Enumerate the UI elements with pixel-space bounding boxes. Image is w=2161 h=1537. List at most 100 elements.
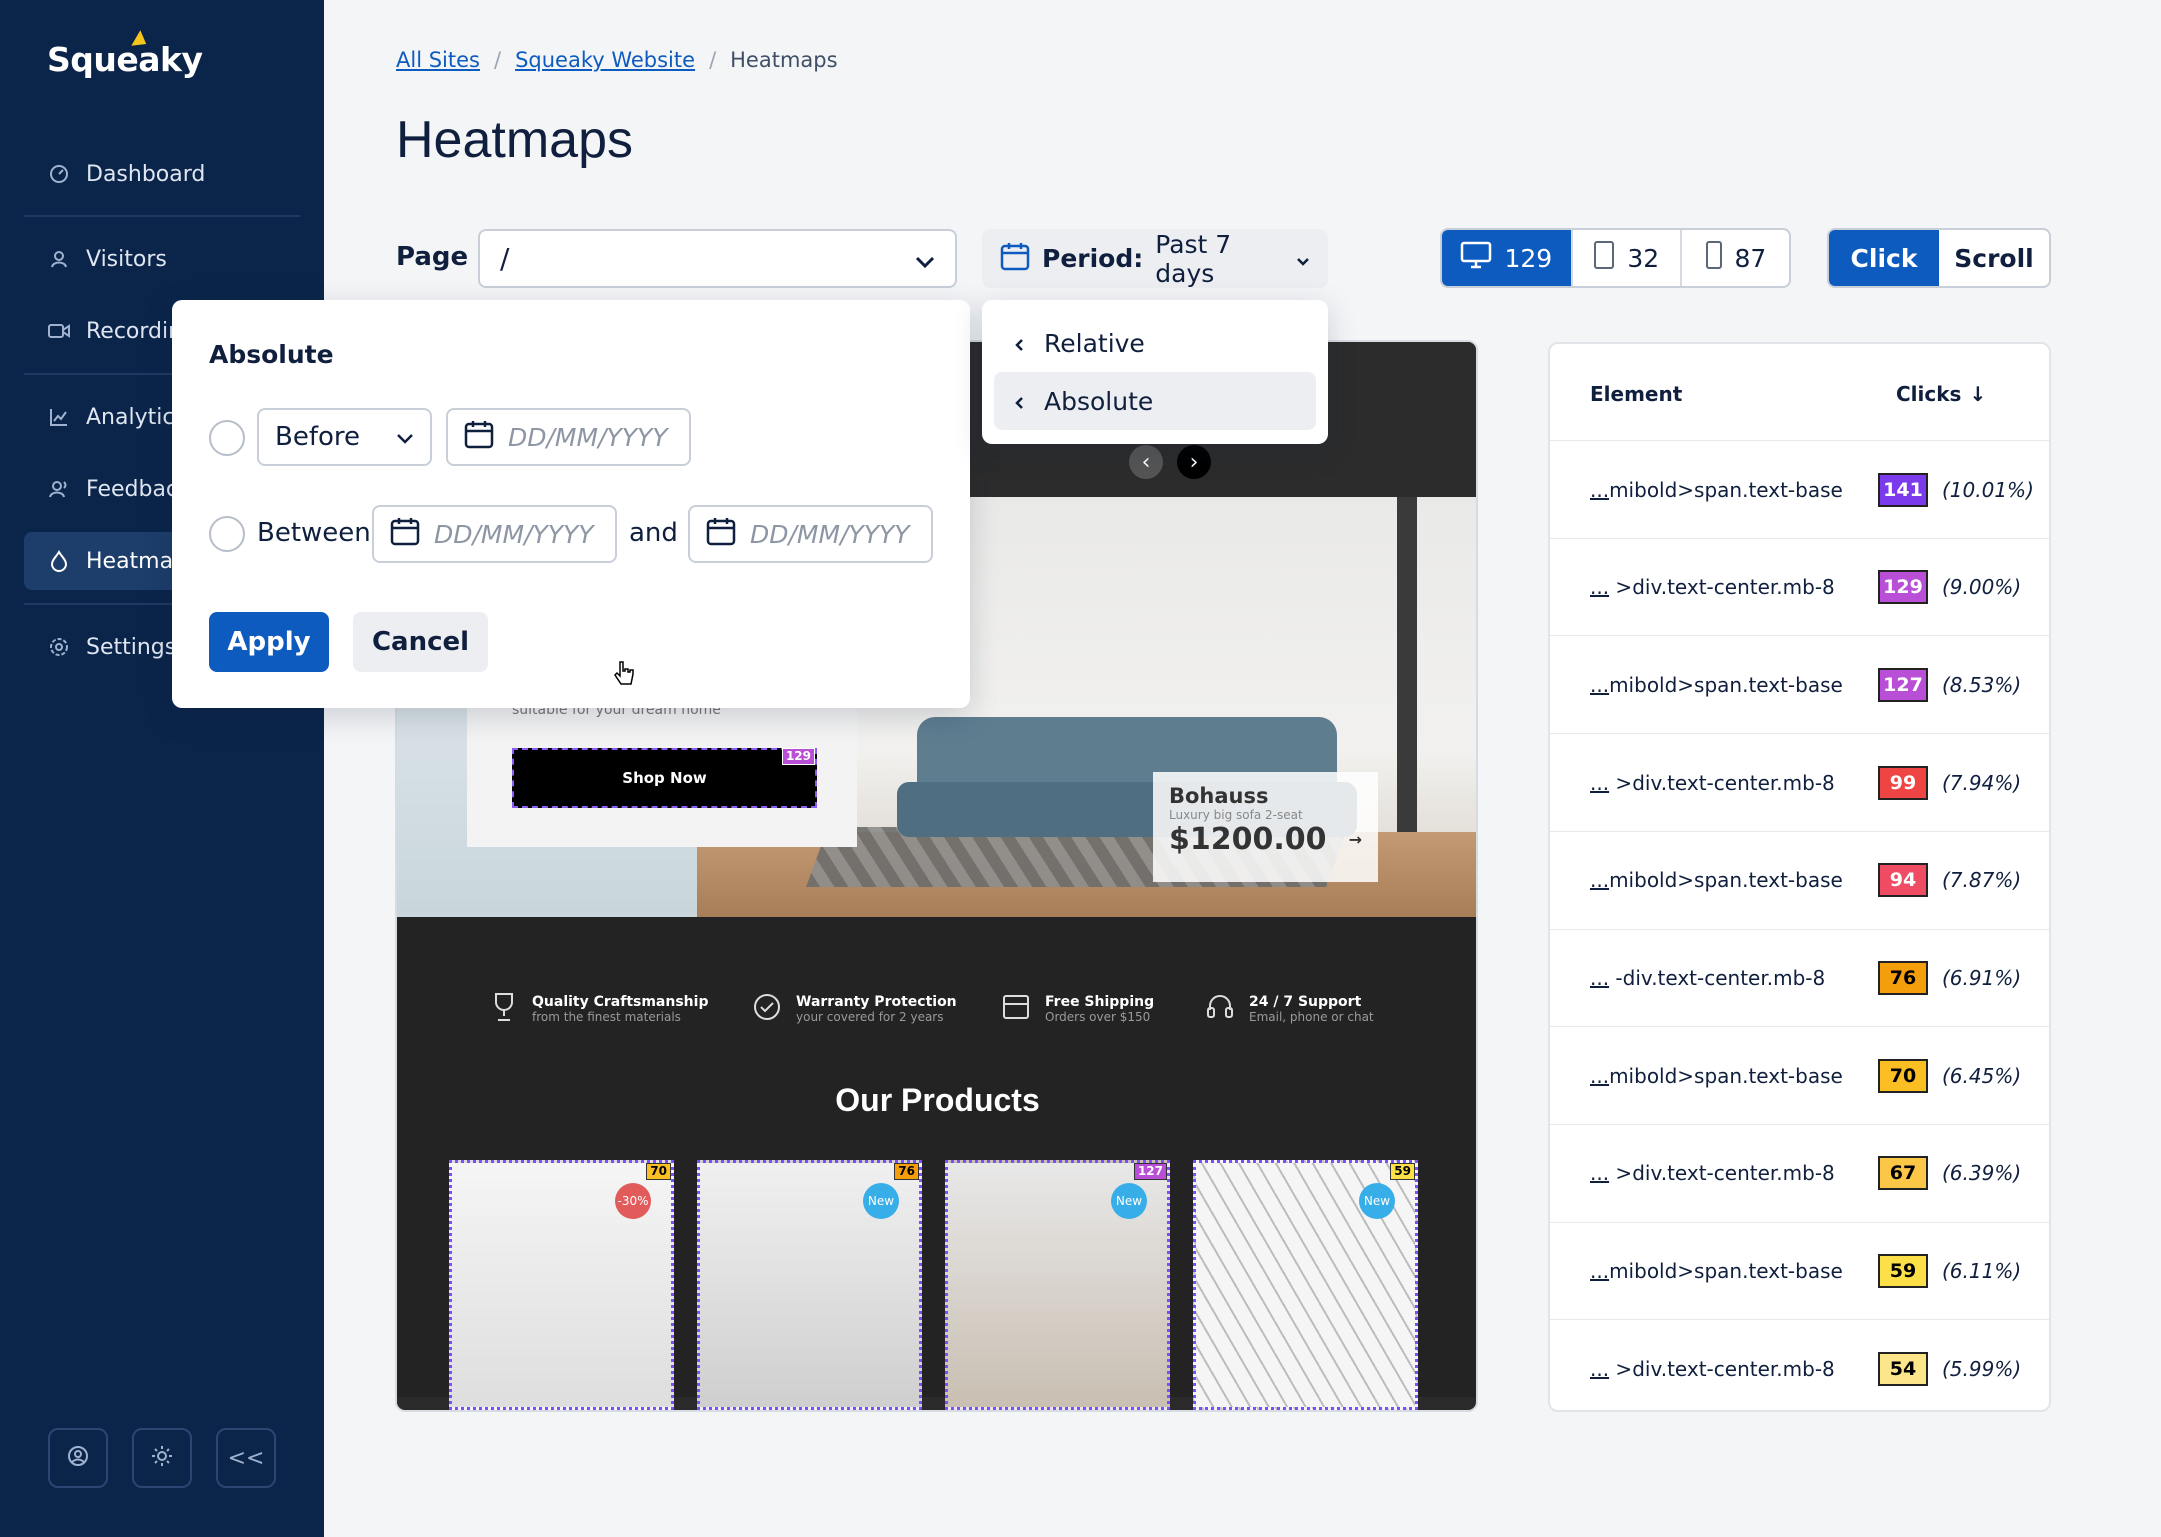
shop-now-button[interactable]: Shop Now 129: [512, 748, 817, 808]
table-row[interactable]: ... >div.text-center.mb-8 129 (9.00%): [1550, 537, 2049, 636]
feature-sub: Orders over $150: [1045, 1010, 1151, 1024]
product-price: $1200.00: [1169, 822, 1327, 857]
settings-icon: [48, 636, 70, 658]
product-card[interactable]: Bohauss Luxury big sofa 2-seat $1200.00 …: [1153, 772, 1378, 882]
column-header-clicks[interactable]: Clicks ↓: [1896, 382, 1986, 406]
element-prefix: ...: [1590, 1356, 1610, 1381]
heatmap-mode-toggle: Click Scroll: [1827, 228, 2051, 288]
element-name: >div.text-center.mb-8: [1609, 575, 1835, 600]
table-row[interactable]: ...mibold>span.text-base 127 (8.53%): [1550, 635, 2049, 733]
chevron-down-icon: [915, 242, 935, 275]
feature-sub: from the finest materials: [532, 1010, 681, 1024]
element-name: >div.text-center.mb-8: [1609, 770, 1835, 795]
table-row[interactable]: ...mibold>span.text-base 59 (6.11%): [1550, 1221, 2049, 1320]
logo[interactable]: Squeaky: [47, 40, 203, 79]
cancel-button[interactable]: Cancel: [353, 612, 488, 672]
sidebar-item-visitors[interactable]: Visitors: [24, 230, 300, 288]
click-percentage: (6.11%): [1942, 1259, 2022, 1284]
feature-sub: Email, phone or chat: [1249, 1010, 1374, 1024]
sidebar-item-label: Analytics: [86, 404, 186, 430]
period-absolute-item[interactable]: Absolute: [994, 372, 1316, 430]
date-placeholder: DD/MM/YYYY: [434, 519, 594, 549]
feature-title: Warranty Protection: [796, 994, 957, 1010]
slider-nav: ‹ ›: [1129, 445, 1229, 485]
click-percentage: (8.53%): [1942, 672, 2022, 697]
table-row[interactable]: ...mibold>span.text-base 94 (7.87%): [1550, 830, 2049, 929]
account-button[interactable]: [48, 1428, 108, 1488]
before-date-input[interactable]: DD/MM/YYYY: [446, 408, 691, 466]
chevron-left-icon: [1014, 329, 1024, 358]
element-prefix: ...: [1590, 477, 1610, 502]
element-name: >div.text-center.mb-8: [1609, 1356, 1835, 1381]
arrow-right-icon[interactable]: →: [1349, 830, 1362, 849]
click-count-badge: 70: [1878, 1058, 1928, 1093]
feature-item: Quality Craftsmanship from the finest mat…: [490, 992, 708, 1026]
product-tile[interactable]: New 59: [1193, 1160, 1418, 1410]
element-name: mibold>span.text-base: [1609, 1259, 1843, 1284]
product-name: Bohauss: [1169, 784, 1269, 808]
page-label: Page: [396, 242, 469, 272]
table-row[interactable]: ... >div.text-center.mb-8 67 (6.39%): [1550, 1123, 2049, 1222]
sidebar-item-dashboard[interactable]: Dashboard: [24, 145, 300, 203]
feature-item: 24 / 7 Support Email, phone or chat: [1205, 992, 1374, 1026]
apply-button[interactable]: Apply: [209, 612, 329, 672]
feature-item: Free Shipping Orders over $150: [1001, 992, 1154, 1026]
between-radio[interactable]: [209, 516, 245, 552]
element-name: >div.text-center.mb-8: [1609, 1161, 1835, 1186]
nav-divider: [24, 215, 300, 217]
element-selector: ... >div.text-center.mb-8: [1590, 1357, 1835, 1381]
mode-scroll-button[interactable]: Scroll: [1939, 230, 2049, 286]
panel-title: Absolute: [209, 340, 334, 369]
mobile-icon: [1705, 240, 1723, 276]
sidebar-item-label: Dashboard: [86, 161, 206, 187]
table-row[interactable]: ... >div.text-center.mb-8 54 (5.99%): [1550, 1319, 2049, 1410]
calendar-icon: [706, 516, 736, 552]
period-relative-item[interactable]: Relative: [994, 314, 1316, 372]
elements-table: Element Clicks ↓ ...mibold>span.text-bas…: [1548, 342, 2051, 1412]
breadcrumb-separator: /: [493, 48, 502, 72]
slider-next-button[interactable]: ›: [1177, 445, 1211, 479]
device-desktop-button[interactable]: 129: [1442, 230, 1573, 286]
sort-arrow-icon: ↓: [1969, 382, 1987, 406]
breadcrumb-all-sites[interactable]: All Sites: [396, 48, 480, 72]
heatmaps-icon: [48, 550, 70, 572]
product-desc: Luxury big sofa 2-seat: [1169, 808, 1303, 822]
table-row[interactable]: ...mibold>span.text-base 70 (6.45%): [1550, 1026, 2049, 1124]
period-button[interactable]: Period: Past 7 days: [982, 229, 1328, 288]
device-count: 32: [1627, 243, 1660, 273]
feature-title: 24 / 7 Support: [1249, 994, 1362, 1010]
date-placeholder: DD/MM/YYYY: [508, 422, 668, 452]
table-row[interactable]: ...mibold>span.text-base 141 (10.01%): [1550, 440, 2049, 538]
click-badge: 127: [1133, 1163, 1167, 1180]
product-tag: New: [1359, 1183, 1395, 1219]
table-row[interactable]: ... -div.text-center.mb-8 76 (6.91%): [1550, 928, 2049, 1027]
calendar-icon: [464, 419, 494, 455]
before-select[interactable]: Before: [257, 408, 432, 466]
click-percentage: (7.94%): [1942, 770, 2022, 795]
device-tablet-button[interactable]: 32: [1573, 230, 1682, 286]
breadcrumb-site[interactable]: Squeaky Website: [515, 48, 695, 72]
product-tag: New: [863, 1183, 899, 1219]
device-mobile-button[interactable]: 87: [1682, 230, 1789, 286]
before-radio[interactable]: [209, 420, 245, 456]
product-tile[interactable]: -30% 70: [449, 1160, 674, 1410]
sidebar-item-label: Settings: [86, 634, 177, 660]
between-start-date-input[interactable]: DD/MM/YYYY: [372, 505, 617, 563]
theme-toggle-button[interactable]: [132, 1428, 192, 1488]
element-prefix: ...: [1590, 868, 1610, 893]
click-percentage: (5.99%): [1942, 1356, 2022, 1381]
device-filter: 129 32 87: [1440, 228, 1791, 288]
product-tile[interactable]: New 76: [697, 1160, 922, 1410]
mode-click-button[interactable]: Click: [1829, 230, 1939, 286]
element-selector: ...mibold>span.text-base: [1590, 1259, 1843, 1283]
device-count: 129: [1504, 243, 1553, 273]
click-count-badge: 127: [1878, 667, 1928, 702]
element-selector: ... -div.text-center.mb-8: [1590, 966, 1825, 990]
between-end-date-input[interactable]: DD/MM/YYYY: [688, 505, 933, 563]
table-row[interactable]: ... >div.text-center.mb-8 99 (7.94%): [1550, 733, 2049, 831]
slider-prev-button[interactable]: ‹: [1129, 445, 1163, 479]
product-tile[interactable]: New 127: [945, 1160, 1170, 1410]
click-count-badge: 54: [1878, 1351, 1928, 1386]
collapse-sidebar-button[interactable]: <<: [216, 1428, 276, 1488]
page-select[interactable]: /: [478, 229, 957, 288]
